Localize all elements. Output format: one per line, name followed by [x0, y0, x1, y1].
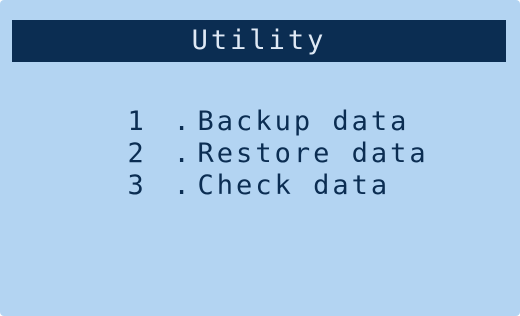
menu-item-number: 1 — [127, 106, 147, 137]
menu-item-separator: . — [173, 138, 193, 169]
utility-menu: 1. Backup data 2. Restore data 3. Check dat… — [12, 74, 429, 201]
menu-item-number: 3 — [127, 170, 147, 201]
screen-title: Utility — [12, 20, 506, 62]
lcd-screen: Utility 1. Backup data 2. Restore data 3.C… — [0, 0, 520, 316]
menu-item-label: Restore data — [197, 138, 429, 169]
menu-item-separator: . — [173, 170, 193, 201]
menu-item-label: Backup data — [197, 106, 410, 137]
menu-item-separator: . — [173, 106, 193, 137]
menu-item-backup-data[interactable]: 1. Backup data — [12, 74, 429, 137]
menu-item-number: 2 — [127, 138, 147, 169]
menu-item-label: Check data — [197, 170, 391, 201]
